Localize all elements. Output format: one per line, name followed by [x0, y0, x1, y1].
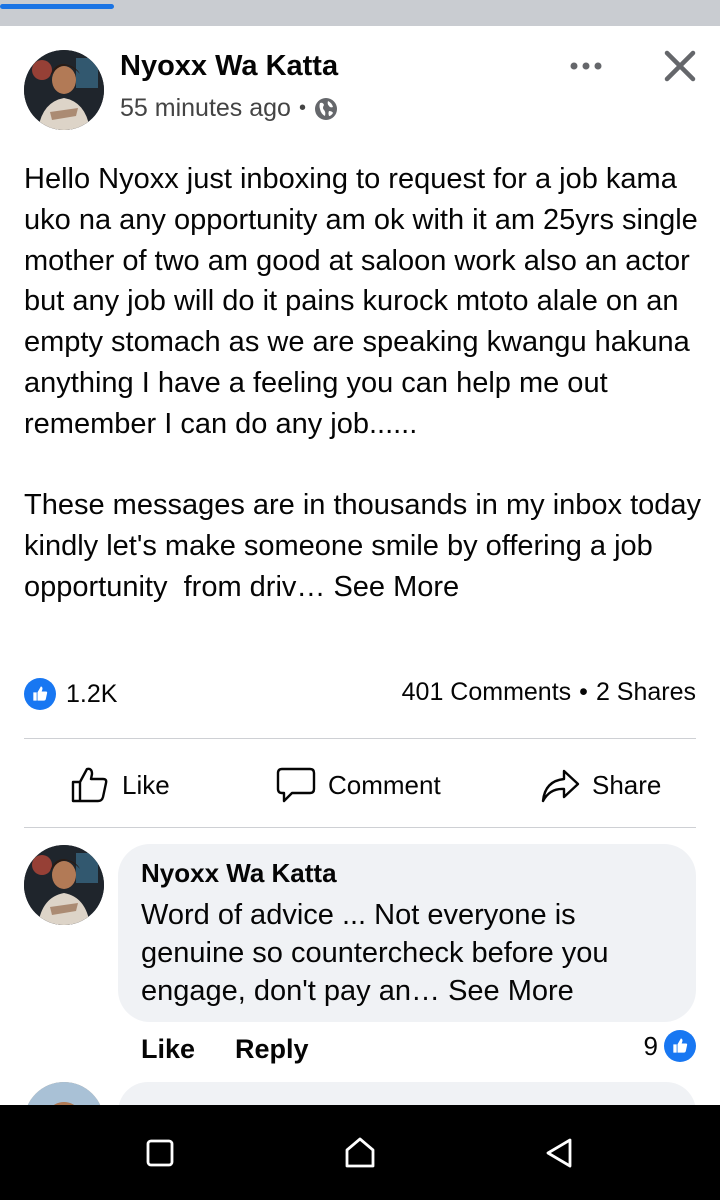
comment-bubble-icon [276, 767, 316, 803]
back-triangle-icon[interactable] [540, 1133, 580, 1173]
post-time[interactable]: 55 minutes ago [120, 94, 291, 123]
share-button-label: Share [592, 769, 662, 800]
engagement-counts: 401 Comments • 2 Shares [402, 678, 696, 707]
comment-reply-button[interactable]: Reply [235, 1034, 309, 1065]
comment-body: Word of advice ... Not everyone is genui… [141, 896, 681, 1010]
share-arrow-icon [541, 769, 580, 803]
divider-top [24, 738, 696, 739]
post-body-text: Hello Nyoxx just inboxing to request for… [24, 163, 702, 603]
comment-button-label: Comment [328, 769, 441, 800]
post-body: Hello Nyoxx just inboxing to request for… [24, 159, 704, 608]
like-button[interactable]: Like [70, 760, 170, 810]
counts-separator: • [579, 678, 588, 706]
tab-indicator [0, 4, 114, 9]
divider-bottom [24, 827, 696, 828]
thumbs-up-icon [71, 767, 108, 803]
globe-icon [314, 97, 337, 120]
comments-count[interactable]: 401 Comments [402, 678, 572, 707]
square-icon[interactable] [140, 1133, 180, 1173]
post-meta: 55 minutes ago • [120, 94, 338, 123]
comment-author-name[interactable]: Nyoxx Wa Katta [141, 858, 337, 889]
reactions-count: 1.2K [66, 679, 118, 708]
comment-actions: Like Reply [141, 1034, 309, 1065]
comment-author-avatar[interactable] [24, 845, 104, 925]
like-button-label: Like [122, 769, 170, 800]
top-frame [0, 0, 720, 26]
like-reaction-icon [24, 678, 56, 710]
reactions-summary[interactable]: 1.2K [24, 676, 117, 712]
comment-reaction-count: 9 [643, 1030, 658, 1061]
post-see-more-link[interactable]: See More [333, 571, 459, 603]
share-button[interactable]: Share [540, 760, 661, 810]
more-options-icon[interactable] [566, 48, 606, 82]
post-author-avatar[interactable] [24, 50, 104, 130]
system-nav-bar [0, 1105, 720, 1200]
post-author-name[interactable]: Nyoxx Wa Katta [120, 50, 338, 83]
comment-like-reaction-icon [664, 1030, 696, 1062]
home-icon[interactable] [340, 1133, 380, 1173]
comment-see-more-link[interactable]: See More [448, 975, 574, 1007]
close-icon[interactable] [660, 46, 700, 86]
comment-reactions[interactable]: 9 [644, 1030, 696, 1062]
comment-button[interactable]: Comment [276, 760, 441, 810]
meta-separator: • [298, 97, 306, 119]
comment-like-button[interactable]: Like [141, 1034, 195, 1065]
shares-count[interactable]: 2 Shares [596, 678, 696, 707]
